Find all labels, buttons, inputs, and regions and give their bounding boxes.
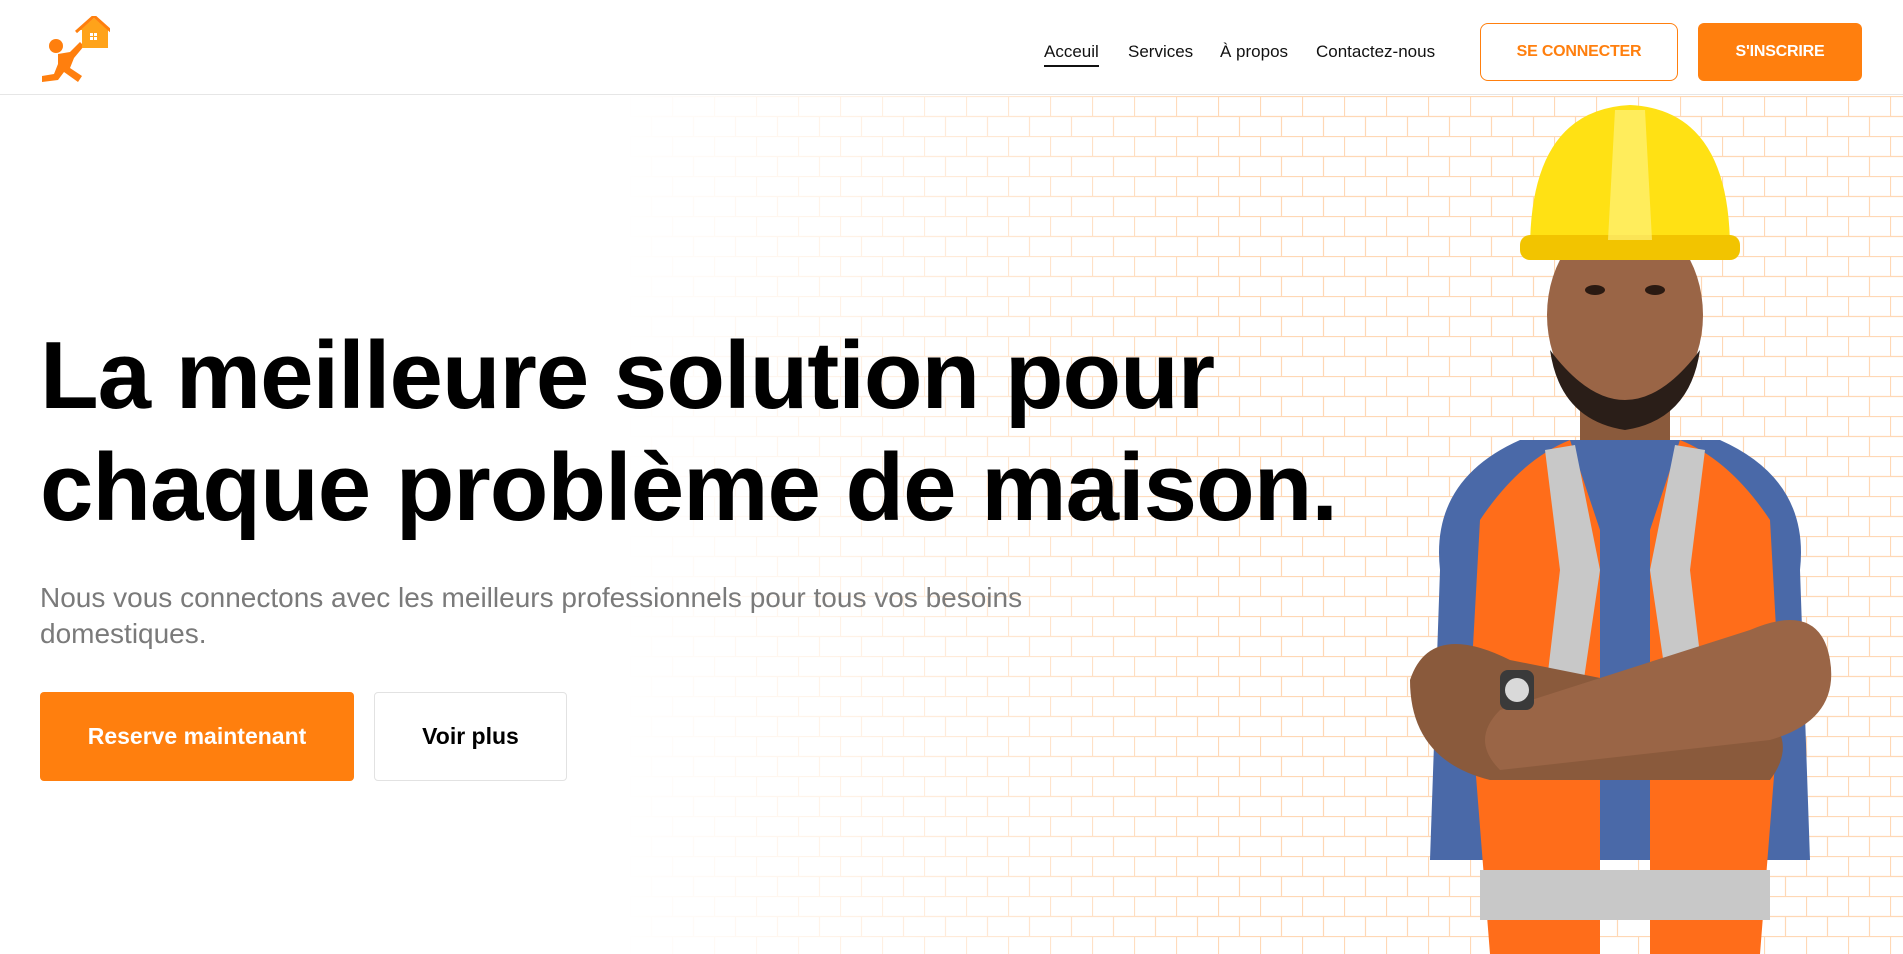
nav-link-services[interactable]: Services [1128,42,1193,62]
hero-title-line-1: La meilleure solution pour [40,322,1215,429]
site-header: Acceuil Services À propos Contactez-nous… [0,0,1903,95]
login-button[interactable]: SE CONNECTER [1480,23,1678,81]
hero-subtitle: Nous vous connectons avec les meilleurs … [40,582,1023,649]
nav-link-contact[interactable]: Contactez-nous [1316,42,1435,62]
hero-title: La meilleure solution pour chaque problè… [40,320,1340,544]
nav-link-accueil[interactable]: Acceuil [1044,42,1099,67]
reserve-now-button[interactable]: Reserve maintenant [40,692,354,781]
hero-title-line-2: chaque problème de maison. [40,434,1338,541]
see-more-button[interactable]: Voir plus [374,692,567,781]
construction-worker-image [1410,105,1832,954]
nav-link-a-propos[interactable]: À propos [1220,42,1288,62]
house-carrier-logo-icon[interactable] [36,13,113,86]
signup-button[interactable]: S'INSCRIRE [1698,23,1862,81]
